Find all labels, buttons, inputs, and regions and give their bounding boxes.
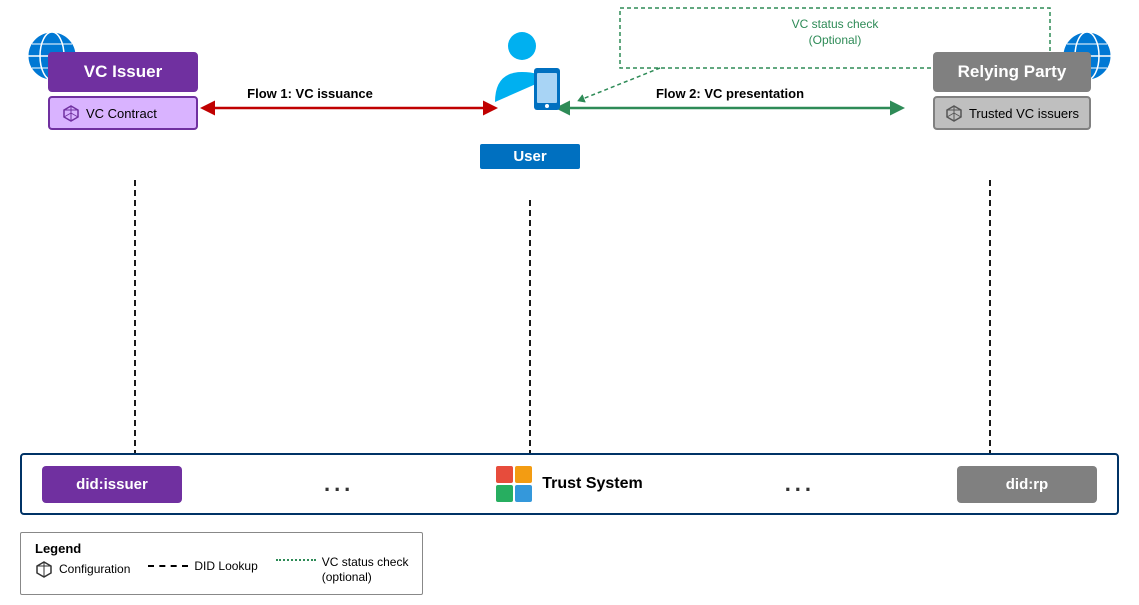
dashed-line-icon [148, 565, 188, 567]
trusted-vc-box: Trusted VC issuers [933, 96, 1091, 130]
trust-system-label: Trust System [542, 475, 642, 493]
trusted-vc-label: Trusted VC issuers [969, 106, 1079, 121]
vc-issuer-label: VC Issuer [84, 62, 162, 81]
cube-icon-issuer [62, 104, 80, 122]
legend-configuration: Configuration [35, 560, 130, 578]
vc-contract-box: VC Contract [48, 96, 198, 130]
legend: Legend Configuration DID Lookup VC statu… [20, 532, 423, 595]
vc-contract-label: VC Contract [86, 106, 157, 121]
relying-party-label: Relying Party [958, 62, 1067, 81]
trust-system-icon [496, 466, 532, 502]
user-figure-icon [480, 30, 580, 135]
dots-right: ... [785, 471, 815, 497]
dots-left: ... [324, 471, 354, 497]
relying-party-box: Relying Party [933, 52, 1091, 92]
trust-system-center: Trust System [496, 466, 642, 502]
flow1-label: Flow 1: VC issuance [247, 86, 373, 101]
user-group: User [480, 30, 580, 169]
cube-icon-rp [945, 104, 963, 122]
legend-did-lookup: DID Lookup [148, 559, 257, 573]
did-issuer-box: did:issuer [42, 466, 182, 503]
legend-vc-status-label: VC status check(optional) [322, 555, 409, 586]
relying-party-group: Relying Party Trusted VC issuers [933, 52, 1091, 130]
vc-issuer-group: VC Issuer VC Contract [48, 52, 198, 130]
cube-icon-legend [35, 560, 53, 578]
legend-title: Legend [35, 541, 130, 556]
vc-status-optional-label: (Optional) [809, 33, 862, 47]
dotted-line-icon [276, 559, 316, 561]
user-label: User [480, 144, 580, 169]
vc-status-check-label: VC status check [792, 17, 880, 31]
diagram-container: VC status check (Optional) [0, 0, 1139, 605]
flow2-label: Flow 2: VC presentation [656, 86, 804, 101]
did-issuer-label: did:issuer [76, 476, 148, 493]
trust-row: did:issuer ... Trust System ... did:rp [20, 453, 1119, 515]
did-rp-box: did:rp [957, 466, 1097, 503]
legend-config-label: Configuration [59, 562, 130, 576]
legend-did-label: DID Lookup [194, 559, 257, 573]
legend-vc-status: VC status check(optional) [276, 555, 409, 586]
vc-issuer-box: VC Issuer [48, 52, 198, 92]
did-rp-label: did:rp [1006, 476, 1049, 493]
